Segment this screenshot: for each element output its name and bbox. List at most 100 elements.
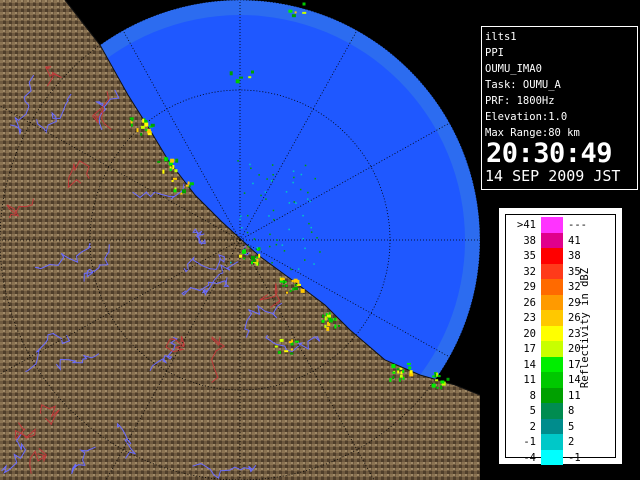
- legend-color-swatch: [541, 356, 563, 372]
- legend-low-value: 32: [523, 265, 536, 278]
- echo-pixel: [307, 191, 309, 194]
- echo-pixel: [294, 11, 297, 14]
- echo-pixel: [247, 246, 250, 248]
- echo-pixel: [294, 287, 299, 291]
- echo-pixel: [435, 379, 439, 382]
- legend-color-swatch: [541, 279, 563, 295]
- echo-pixel: [302, 2, 306, 6]
- echo-pixel: [290, 268, 292, 271]
- echo-pixel: [240, 215, 242, 217]
- echo-pixel: [283, 250, 286, 252]
- legend-frame: >41 --- 38 41 35 38 32 35 29 32 26 29 23 26 20 23 17 20 14…: [505, 214, 616, 465]
- echo-pixel: [243, 248, 246, 253]
- echo-pixel: [288, 9, 293, 13]
- echo-pixel: [265, 198, 267, 200]
- echo-pixel: [272, 174, 274, 176]
- echo-pixel: [282, 284, 285, 287]
- legend-low-value: -4: [523, 451, 536, 464]
- echo-pixel: [285, 284, 288, 287]
- echo-pixel: [319, 251, 321, 253]
- echo-pixel: [293, 176, 295, 179]
- legend-color-swatch: [541, 248, 563, 264]
- echo-pixel: [235, 79, 240, 84]
- echo-pixel: [273, 218, 275, 221]
- echo-pixel: [310, 226, 312, 229]
- echo-pixel: [275, 243, 278, 246]
- echo-pixel: [256, 261, 259, 266]
- legend-high-value: -1: [568, 451, 581, 464]
- echo-pixel: [295, 202, 297, 204]
- echo-pixel: [248, 76, 252, 79]
- echo-pixel: [255, 256, 258, 259]
- legend-high-value: 5: [568, 420, 575, 433]
- echo-pixel: [136, 128, 139, 133]
- echo-pixel: [334, 324, 337, 329]
- echo-pixel: [406, 362, 411, 365]
- echo-pixel: [253, 238, 256, 240]
- echo-pixel: [170, 158, 175, 163]
- echo-pixel: [277, 350, 281, 354]
- echo-pixel: [266, 178, 268, 180]
- echo-pixel: [292, 287, 295, 291]
- scan-date: 14 SEP 2009 JST: [485, 167, 621, 185]
- echo-pixel: [279, 280, 284, 283]
- echo-pixel: [294, 340, 299, 343]
- task-name: Task: OUMU_A: [485, 79, 561, 91]
- echo-pixel: [173, 177, 177, 180]
- echo-pixel: [292, 181, 294, 184]
- echo-pixel: [171, 180, 174, 182]
- legend-color-swatch: [541, 372, 563, 388]
- echo-pixel: [327, 321, 329, 325]
- legend-low-value: -1: [523, 436, 536, 448]
- legend-color-swatch: [541, 449, 563, 465]
- echo-pixel: [272, 209, 275, 212]
- legend-color-swatch: [541, 387, 563, 403]
- echo-pixel: [182, 189, 186, 194]
- echo-pixel: [284, 350, 289, 353]
- echo-pixel: [321, 319, 325, 323]
- echo-pixel: [304, 247, 306, 250]
- scan-info-panel: ilts1 PPI OUMU_IMA0 Task: OUMU_A PRF: 18…: [481, 26, 638, 190]
- echo-pixel: [392, 371, 396, 374]
- legend-color-swatch: [541, 217, 563, 233]
- echo-pixel: [185, 184, 189, 187]
- echo-pixel: [324, 316, 327, 321]
- legend-low-value: >41: [517, 219, 536, 231]
- echo-pixel: [271, 164, 274, 166]
- echo-pixel: [243, 257, 246, 260]
- legend-low-value: 8: [529, 389, 536, 402]
- legend-low-value: 29: [523, 281, 536, 293]
- echo-pixel: [276, 239, 278, 241]
- echo-pixel: [157, 160, 161, 163]
- echo-pixel: [310, 231, 313, 233]
- echo-pixel: [173, 189, 177, 193]
- echo-pixel: [230, 261, 232, 264]
- echo-pixel: [316, 237, 318, 239]
- echo-pixel: [437, 375, 441, 378]
- reflectivity-legend: >41 --- 38 41 35 38 32 35 29 32 26 29 23 26 20 23 17 20 14…: [498, 207, 623, 465]
- echo-pixel: [291, 14, 296, 18]
- echo-pixel: [290, 348, 293, 351]
- echo-pixel: [229, 71, 233, 76]
- radar-ppi-map[interactable]: [0, 0, 480, 480]
- legend-color-swatch: [541, 403, 563, 419]
- echo-pixel: [399, 374, 403, 378]
- legend-low-value: 14: [523, 358, 536, 371]
- echo-pixel: [304, 259, 306, 261]
- elevation-value: Elevation:1.0: [485, 111, 568, 123]
- echo-pixel: [189, 182, 194, 186]
- echo-pixel: [258, 174, 260, 176]
- echo-pixel: [241, 227, 243, 229]
- echo-pixel: [268, 215, 270, 217]
- echo-pixel: [145, 128, 148, 131]
- radar-display-window: ilts1 PPI OUMU_IMA0 Task: OUMU_A PRF: 18…: [0, 0, 640, 480]
- echo-pixel: [172, 165, 175, 169]
- legend-color-swatch: [541, 434, 563, 450]
- echo-pixel: [302, 238, 304, 240]
- echo-pixel: [297, 279, 300, 284]
- echo-pixel: [291, 280, 294, 282]
- legend-color-swatch: [541, 418, 563, 434]
- echo-pixel: [290, 352, 294, 355]
- echo-pixel: [389, 377, 392, 382]
- legend-color-swatch: [541, 325, 563, 341]
